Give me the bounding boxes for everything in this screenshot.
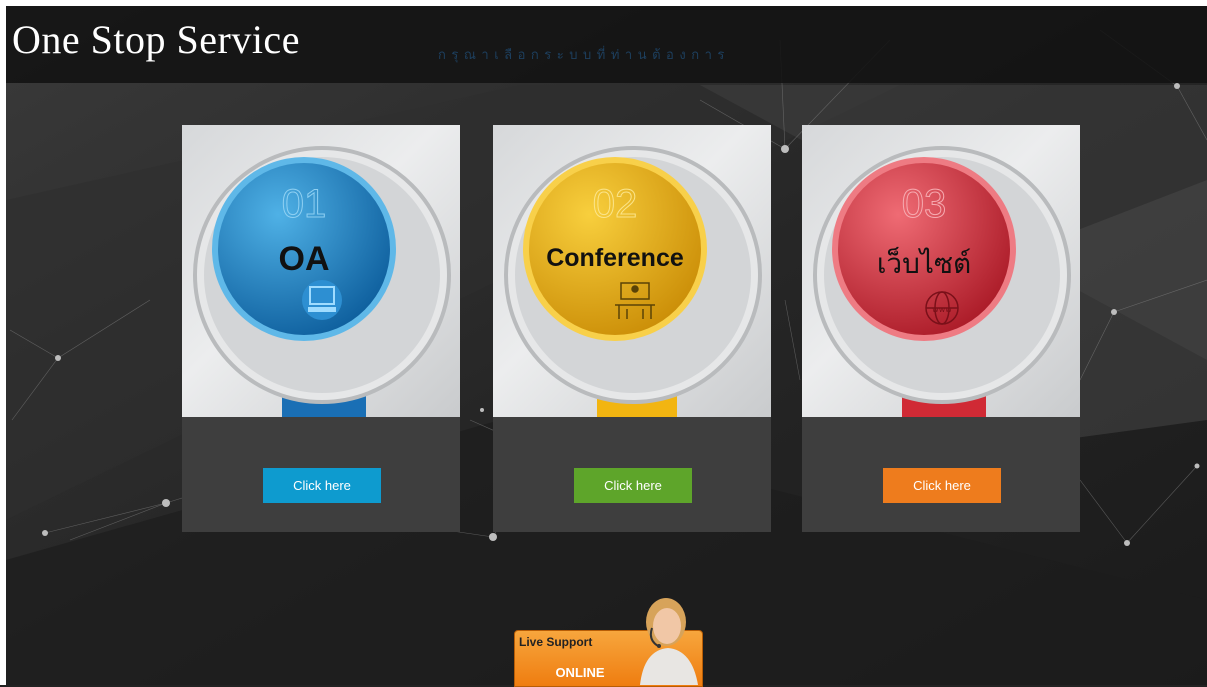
card-number-website: 03 <box>902 182 947 226</box>
click-here-button-conference[interactable]: Click here <box>574 468 692 503</box>
tagline: กรุณาเลือกระบบที่ท่านต้องการ <box>438 48 730 63</box>
site-title: One Stop Service <box>12 17 300 62</box>
header-bar: One Stop Service กรุณาเลือกระบบที่ท่านต้… <box>6 6 1207 83</box>
card-footer-oa: Click here <box>182 417 460 532</box>
card-art-conference: 02 Conference <box>493 125 771 417</box>
support-agent-avatar <box>640 598 698 685</box>
card-number-oa: 01 <box>282 182 327 226</box>
card-art-website: 03 เว็บไซต์ www <box>802 125 1080 417</box>
live-support-widget[interactable]: Live Support ONLINE <box>514 588 704 687</box>
card-footer-website: Click here <box>802 417 1080 532</box>
service-card-conference: 02 Conference Click here <box>493 125 771 532</box>
service-card-oa: 01 OA Click here <box>182 125 460 532</box>
computer-icon <box>302 280 342 320</box>
card-number-conference: 02 <box>593 182 638 226</box>
service-card-website: 03 เว็บไซต์ www Click here <box>802 125 1080 532</box>
live-support-status: ONLINE <box>555 665 605 680</box>
card-art-oa: 01 OA <box>182 125 460 417</box>
card-footer-conference: Click here <box>493 417 771 532</box>
card-label-website: เว็บไซต์ <box>877 246 971 280</box>
click-here-button-website[interactable]: Click here <box>883 468 1001 503</box>
live-support-title: Live Support <box>519 635 593 649</box>
svg-text:www: www <box>932 305 952 314</box>
card-label-conference: Conference <box>546 244 684 272</box>
card-label-oa: OA <box>279 240 330 278</box>
click-here-button-oa[interactable]: Click here <box>263 468 381 503</box>
